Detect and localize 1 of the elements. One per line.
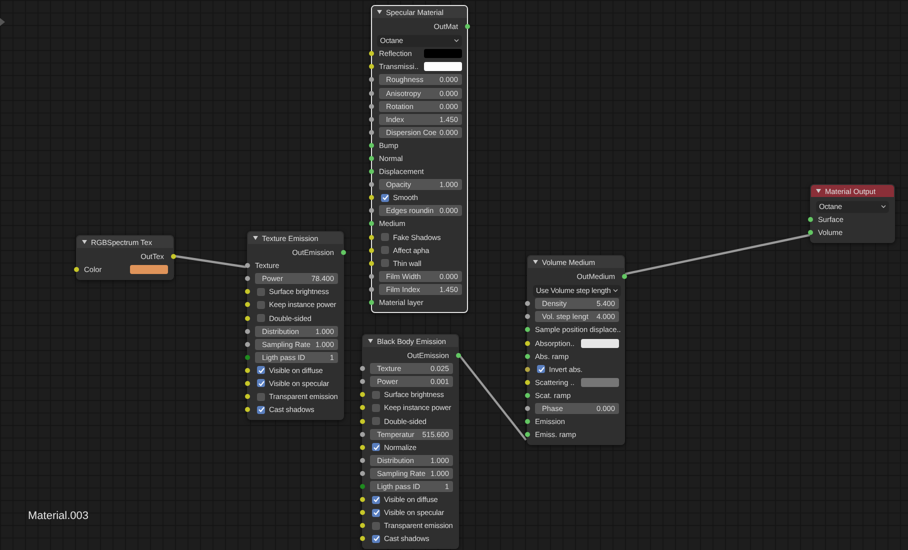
material-name: Material.003 [28, 510, 89, 522]
